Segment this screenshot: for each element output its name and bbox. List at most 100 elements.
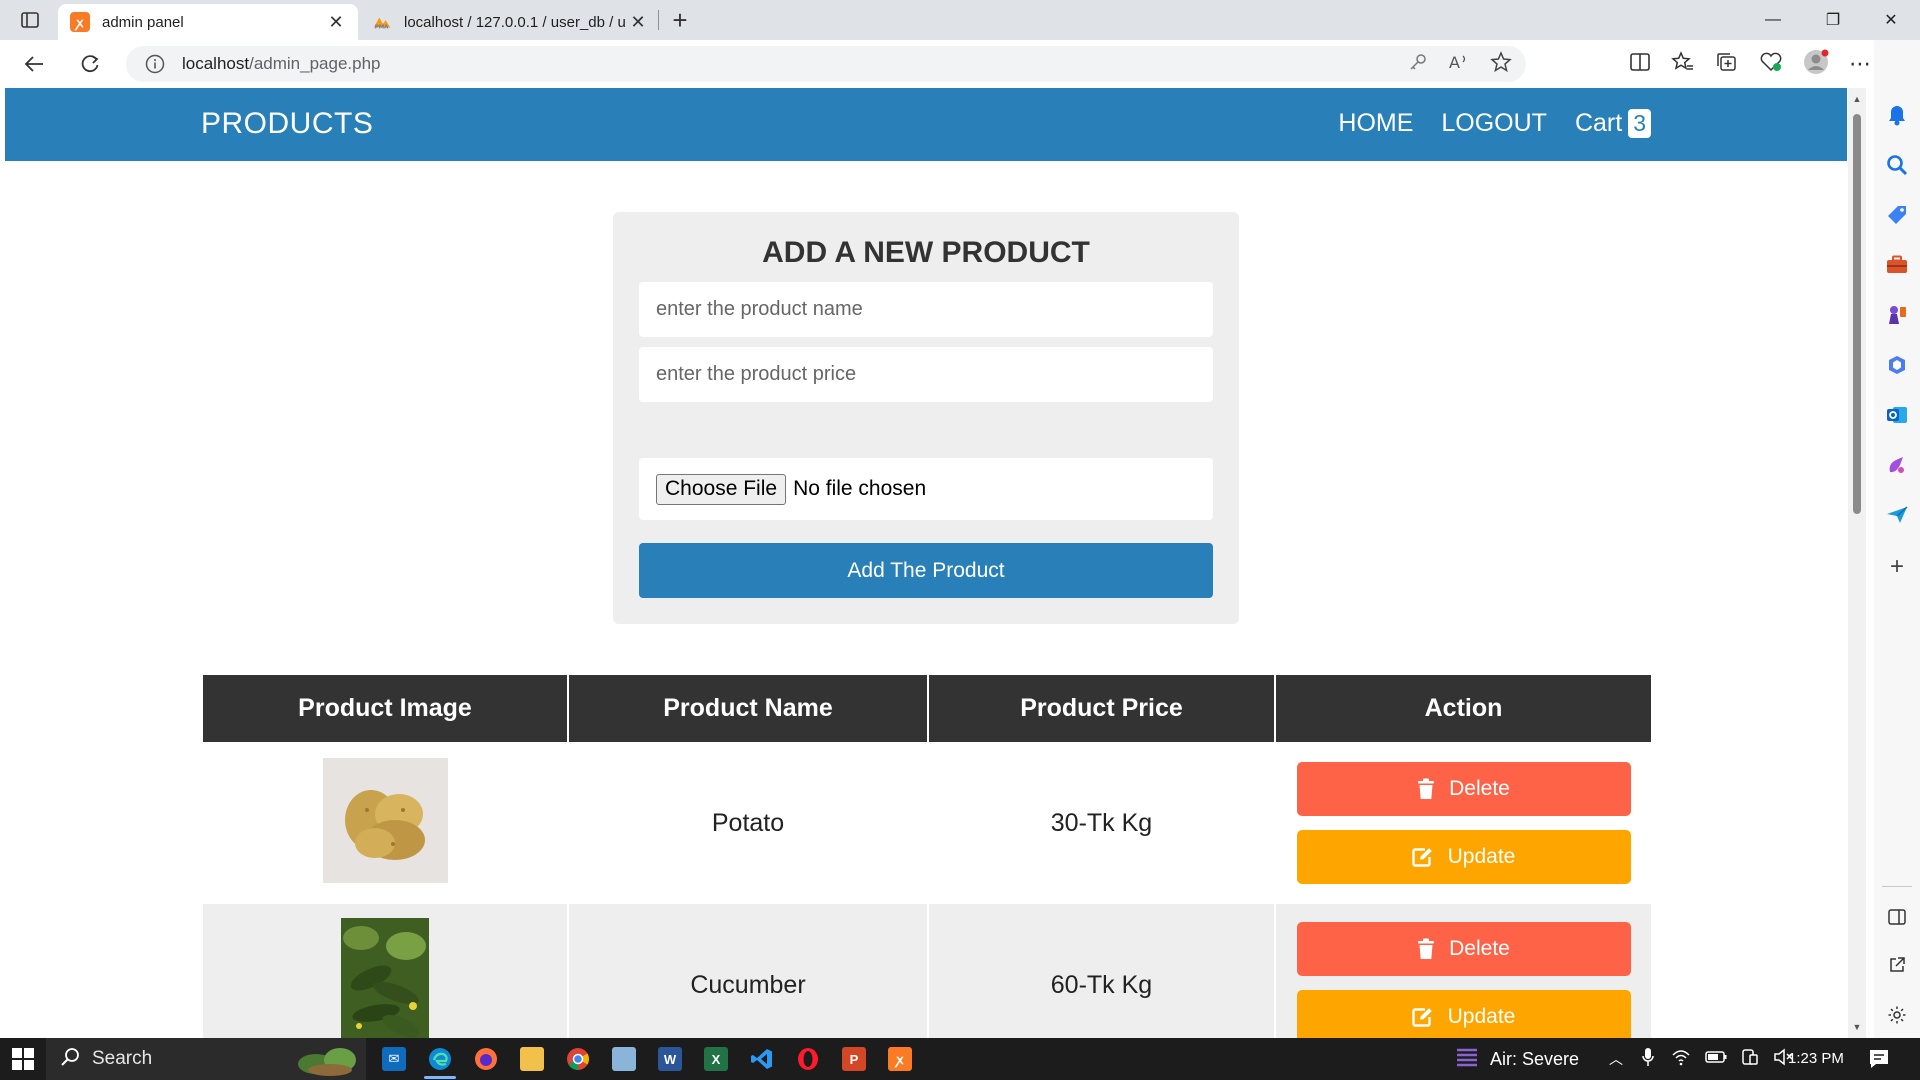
potato-image	[322, 758, 448, 883]
collections-icon[interactable]	[1715, 51, 1739, 78]
svg-text:A: A	[1449, 53, 1460, 72]
info-icon[interactable]	[144, 53, 166, 75]
send-icon[interactable]	[1884, 502, 1910, 528]
games-icon[interactable]	[1884, 302, 1910, 328]
favorites-icon[interactable]	[1671, 50, 1695, 78]
powerpoint-app-icon[interactable]: P	[842, 1047, 866, 1071]
table-row: Potato 30-Tk Kg Delete Update	[203, 742, 1651, 904]
cart-label: Cart	[1574, 109, 1623, 137]
xampp-favicon-icon: ꭗ	[70, 12, 90, 32]
opera-app-icon[interactable]	[796, 1047, 820, 1071]
update-button[interactable]: Update	[1296, 830, 1631, 884]
microsoft-365-icon[interactable]	[1884, 352, 1910, 378]
cart-count-badge: 3	[1628, 109, 1651, 138]
update-button[interactable]: Update	[1296, 990, 1631, 1038]
edge-sidebar: +	[1874, 40, 1920, 1038]
settings-gear-icon[interactable]	[1884, 1002, 1910, 1028]
browser-essentials-icon[interactable]	[1759, 51, 1783, 78]
url-text: localhost/admin_page.php	[182, 54, 381, 74]
nav-logout-link[interactable]: LOGOUT	[1441, 109, 1547, 138]
scroll-down-icon[interactable]: ▼	[1852, 1022, 1862, 1032]
products-table: Product Image Product Name Product Price…	[203, 675, 1651, 1038]
action-cell: Delete Update	[1275, 742, 1651, 904]
sidebar-panel-icon[interactable]	[1884, 904, 1910, 930]
chrome-app-icon[interactable]	[566, 1047, 590, 1071]
vscode-app-icon[interactable]	[750, 1047, 774, 1071]
tab-phpmyadmin[interactable]: PMA localhost / 127.0.0.1 / user_db / u …	[360, 4, 660, 40]
open-external-icon[interactable]	[1884, 952, 1910, 978]
nav-links: HOME LOGOUT Cart 3	[1338, 109, 1651, 138]
brand-logo[interactable]: PRODUCTS	[201, 107, 373, 141]
product-price-input[interactable]	[639, 347, 1213, 402]
read-aloud-icon[interactable]: A	[1448, 52, 1470, 77]
active-app-indicator	[424, 1076, 456, 1079]
mail-app-icon[interactable]: ✉	[382, 1047, 406, 1071]
word-app-icon[interactable]: W	[658, 1047, 682, 1071]
outlook-icon[interactable]	[1884, 402, 1910, 428]
xampp-app-icon[interactable]: ꭗ	[888, 1047, 912, 1071]
star-icon[interactable]	[1490, 50, 1512, 78]
product-price-cell: 30-Tk Kg	[928, 742, 1276, 904]
weather-text[interactable]: Air: Severe	[1490, 1049, 1579, 1070]
edit-icon	[1411, 1007, 1434, 1027]
edge-app-icon[interactable]	[428, 1047, 452, 1071]
nav-home-link[interactable]: HOME	[1338, 109, 1413, 138]
address-bar[interactable]: localhost/admin_page.php A	[126, 46, 1526, 82]
microphone-icon[interactable]	[1641, 1047, 1655, 1072]
product-name-cell: Potato	[568, 742, 929, 904]
nav-cart-link[interactable]: Cart 3	[1575, 109, 1651, 138]
browser-tab-strip: ꭗ admin panel ✕ PMA localhost / 127.0.0.…	[0, 0, 1920, 40]
restore-icon[interactable]: ❐	[1804, 0, 1862, 40]
file-explorer-icon[interactable]	[520, 1047, 544, 1071]
search-highlight-image	[296, 1042, 362, 1076]
add-sidebar-app-icon[interactable]: +	[1884, 553, 1910, 580]
tab-actions-icon[interactable]	[16, 8, 44, 32]
minimize-icon[interactable]: —	[1744, 0, 1802, 40]
close-tab-icon[interactable]: ✕	[326, 12, 346, 32]
back-icon[interactable]	[16, 48, 52, 80]
reload-icon[interactable]	[72, 48, 108, 80]
notifications-bell-icon[interactable]	[1884, 102, 1910, 128]
product-image-cell	[203, 904, 569, 1038]
profile-avatar-icon[interactable]	[1803, 49, 1829, 80]
shopping-tag-icon[interactable]	[1884, 202, 1910, 228]
weather-icon[interactable]	[1454, 1044, 1480, 1075]
taskbar-search-box[interactable]: Search	[46, 1038, 366, 1080]
designer-icon[interactable]	[1884, 452, 1910, 478]
more-options-icon[interactable]: ⋯	[1849, 51, 1872, 77]
phone-link-icon[interactable]	[1741, 1048, 1759, 1071]
choose-file-button[interactable]: Choose File	[656, 473, 787, 505]
delete-button[interactable]: Delete	[1296, 922, 1631, 976]
close-tab-icon[interactable]: ✕	[628, 12, 648, 32]
notification-center-icon[interactable]	[1868, 1048, 1890, 1075]
form-title: ADD A NEW PRODUCT	[762, 236, 1090, 269]
excel-app-icon[interactable]: X	[704, 1047, 728, 1071]
scroll-thumb[interactable]	[1853, 114, 1861, 514]
product-image-file-input[interactable]: Choose File No file chosen	[639, 458, 1213, 520]
battery-icon[interactable]	[1705, 1049, 1727, 1069]
search-icon[interactable]	[1884, 152, 1910, 178]
add-product-button[interactable]: Add The Product	[639, 543, 1213, 598]
scroll-up-icon[interactable]: ▲	[1852, 94, 1862, 104]
show-hidden-icons-icon[interactable]: ︿	[1609, 1049, 1623, 1069]
delete-button[interactable]: Delete	[1296, 762, 1631, 816]
tools-briefcase-icon[interactable]	[1884, 252, 1910, 278]
wifi-icon[interactable]	[1671, 1048, 1691, 1071]
firefox-app-icon[interactable]	[474, 1047, 498, 1071]
browser-toolbar: localhost/admin_page.php A ⋯	[0, 40, 1920, 88]
windows-taskbar: Search ✉ W X P ꭗ Air: Severe ︿ 1:23 PM	[0, 1038, 1920, 1080]
table-header-row: Product Image Product Name Product Price…	[203, 675, 1651, 742]
product-name-cell: Cucumber	[568, 904, 929, 1038]
new-tab-icon[interactable]: +	[664, 5, 696, 35]
password-key-icon[interactable]	[1408, 52, 1428, 77]
tab-title: localhost / 127.0.0.1 / user_db / u	[404, 13, 626, 31]
split-screen-icon[interactable]	[1629, 52, 1651, 77]
product-name-input[interactable]	[639, 282, 1213, 337]
url-host: localhost	[182, 54, 250, 73]
windows-icon[interactable]	[12, 1048, 34, 1070]
page-scrollbar[interactable]: ▲ ▼	[1848, 88, 1866, 1038]
tab-admin-panel[interactable]: ꭗ admin panel ✕	[58, 4, 358, 40]
clock-time[interactable]: 1:23 PM	[1788, 1050, 1844, 1067]
notepad-app-icon[interactable]	[612, 1047, 636, 1071]
close-window-icon[interactable]: ✕	[1862, 0, 1920, 40]
